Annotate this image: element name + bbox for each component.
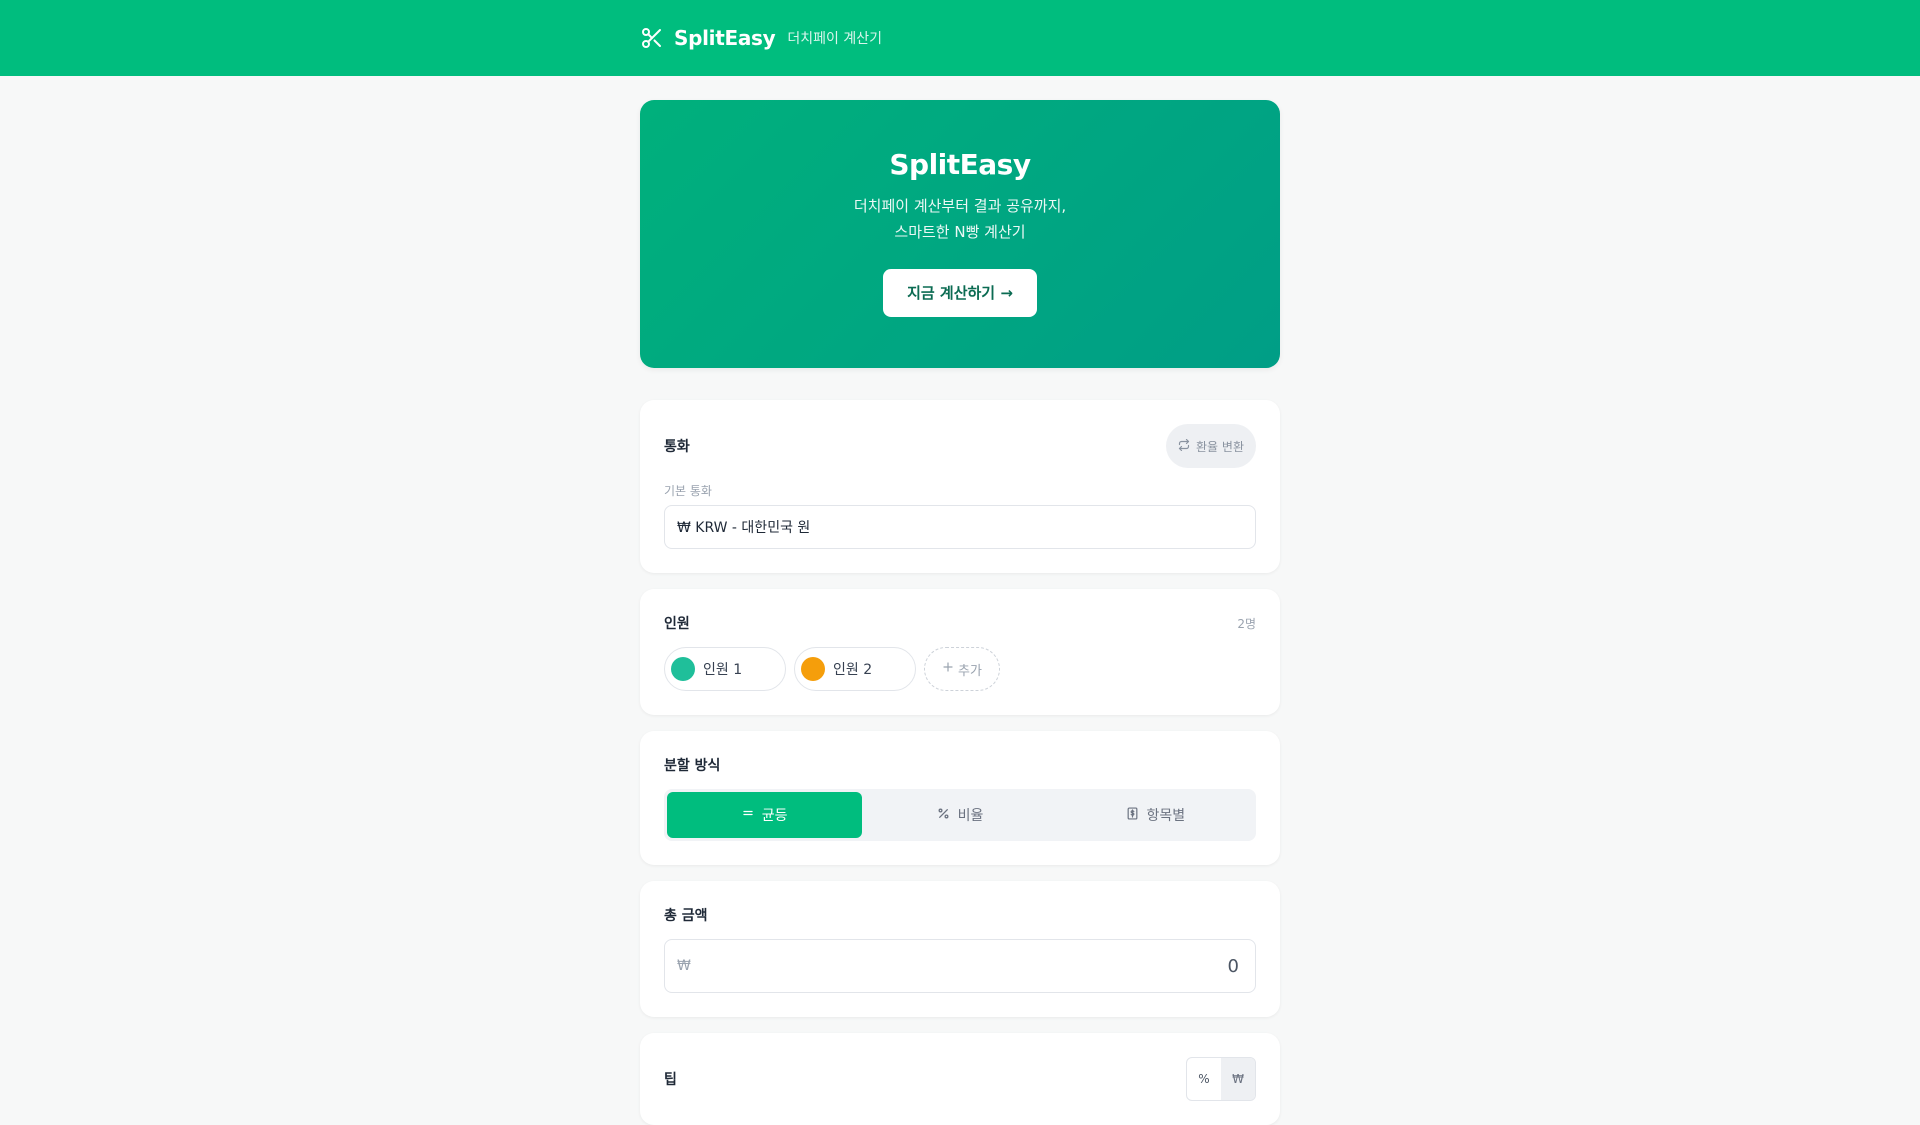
split-method-toggle: 균등 비율 항목별: [664, 789, 1256, 841]
base-currency-select[interactable]: ₩ KRW - 대한민국 원: [664, 505, 1256, 549]
brand-subtitle: 더치페이 계산기: [787, 31, 883, 47]
percent-icon: [937, 807, 950, 824]
tip-mode-percent[interactable]: %: [1187, 1058, 1221, 1100]
hero-title: SplitEasy: [889, 148, 1031, 181]
currency-title: 통화: [664, 439, 690, 455]
people-count: 2명: [1237, 616, 1256, 631]
hero-desc-line-2: 스마트한 N빵 계산기: [894, 223, 1026, 241]
currency-symbol: ₩: [677, 958, 691, 974]
person-avatar-2: [801, 657, 825, 681]
tip-mode-toggle: % ₩: [1186, 1057, 1256, 1101]
equals-icon: [742, 807, 754, 823]
tip-mode-won[interactable]: ₩: [1221, 1058, 1255, 1100]
person-chip-1[interactable]: 인원 1: [664, 647, 786, 691]
hero-description: 더치페이 계산부터 결과 공유까지, 스마트한 N빵 계산기: [640, 193, 1280, 245]
start-calculation-button[interactable]: 지금 계산하기 →: [883, 269, 1037, 317]
receipt-icon: [1126, 806, 1139, 824]
add-person-label: 추가: [958, 663, 982, 679]
tip-card: 팁 % ₩: [640, 1033, 1280, 1125]
person-name-2: 인원 2: [833, 662, 873, 678]
base-currency-label: 기본 통화: [664, 484, 712, 498]
swap-icon: [1178, 438, 1190, 454]
brand[interactable]: SplitEasy 더치페이 계산기: [640, 26, 882, 50]
people-list: 인원 1 인원 2 추가: [664, 647, 1256, 691]
top-bar: SplitEasy 더치페이 계산기: [0, 0, 1920, 76]
plus-icon: [942, 661, 954, 677]
split-option-ratio-label: 비율: [957, 808, 984, 824]
scissors-icon: [640, 26, 664, 50]
add-person-button[interactable]: 추가: [924, 647, 1000, 691]
split-option-equal[interactable]: 균등: [667, 792, 863, 838]
split-option-itemized[interactable]: 항목별: [1058, 792, 1253, 838]
split-option-itemized-label: 항목별: [1146, 808, 1186, 824]
total-amount-card: 총 금액 ₩ 0: [640, 881, 1280, 1017]
brand-name: SplitEasy: [674, 26, 776, 50]
split-method-card: 분할 방식 균등 비율 항목별: [640, 731, 1280, 865]
person-avatar-1: [671, 657, 695, 681]
person-chip-2[interactable]: 인원 2: [794, 647, 916, 691]
exchange-rate-button[interactable]: 환율 변환: [1166, 424, 1256, 468]
hero-banner: SplitEasy 더치페이 계산부터 결과 공유까지, 스마트한 N빵 계산기…: [640, 100, 1280, 368]
hero-desc-line-1: 더치페이 계산부터 결과 공유까지,: [853, 197, 1067, 215]
people-title: 인원: [664, 616, 690, 632]
split-option-equal-label: 균등: [761, 808, 788, 824]
main-content: SplitEasy 더치페이 계산부터 결과 공유까지, 스마트한 N빵 계산기…: [640, 100, 1280, 1125]
exchange-rate-label: 환율 변환: [1196, 439, 1244, 454]
tip-title: 팁: [664, 1072, 677, 1088]
currency-card: 통화 환율 변환 기본 통화 ₩ KRW - 대한민국 원: [640, 400, 1280, 573]
person-name-1: 인원 1: [703, 662, 743, 678]
total-amount-input[interactable]: ₩ 0: [664, 939, 1256, 993]
total-amount-title: 총 금액: [664, 908, 708, 924]
people-card: 인원 2명 인원 1 인원 2 추가: [640, 589, 1280, 715]
total-amount-value: 0: [1227, 955, 1239, 977]
split-method-title: 분할 방식: [664, 758, 721, 774]
split-option-ratio[interactable]: 비율: [862, 792, 1057, 838]
